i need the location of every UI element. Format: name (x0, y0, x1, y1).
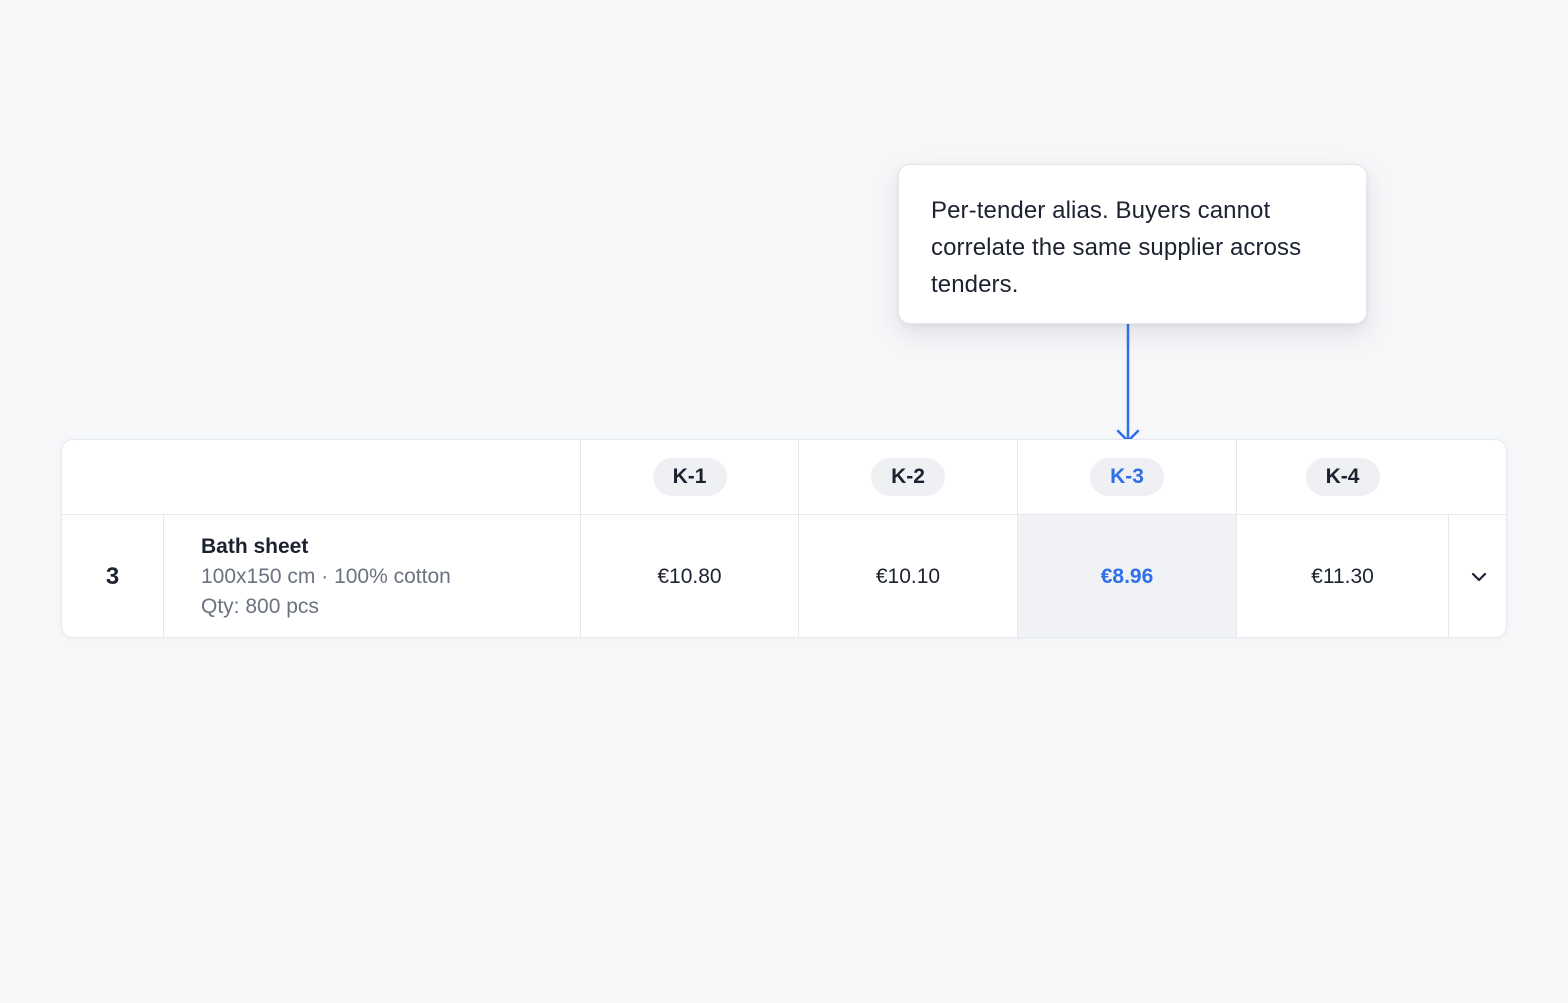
item-spec: 100x150 cm · 100% cotton (201, 565, 451, 588)
header-supplier-k2: K-2 (798, 440, 1017, 514)
bid-comparison-table: K-1 K-2 K-3 K-4 3 Bath sheet 100x150 cm … (61, 439, 1507, 638)
price-cell-k1: €10.80 (580, 515, 798, 637)
header-supplier-k1: K-1 (580, 440, 798, 514)
price-value: €10.80 (657, 565, 722, 588)
supplier-alias-pill[interactable]: K-1 (652, 458, 727, 496)
item-cell: Bath sheet 100x150 cm · 100% cotton Qty:… (163, 515, 580, 637)
lowest-price-value: €8.96 (1100, 565, 1154, 588)
supplier-alias-pill-active[interactable]: K-3 (1090, 458, 1164, 496)
supplier-alias-pill[interactable]: K-2 (871, 458, 945, 496)
expand-row-button[interactable] (1459, 557, 1499, 597)
item-details: Bath sheet 100x150 cm · 100% cotton Qty:… (201, 532, 451, 622)
table-row: 3 Bath sheet 100x150 cm · 100% cotton Qt… (62, 515, 1506, 637)
page: Per-tender alias. Buyers cannot correlat… (0, 0, 1568, 1003)
alias-tooltip: Per-tender alias. Buyers cannot correlat… (898, 164, 1367, 324)
price-cell-k3-lowest: €8.96 (1017, 515, 1236, 637)
expand-cell (1448, 515, 1506, 637)
header-item-spacer (62, 440, 580, 514)
header-supplier-k4: K-4 (1236, 440, 1448, 514)
row-index-cell: 3 (62, 515, 163, 637)
header-supplier-k3: K-3 (1017, 440, 1236, 514)
price-value: €10.10 (875, 565, 941, 588)
item-name: Bath sheet (201, 535, 309, 558)
price-cell-k2: €10.10 (798, 515, 1017, 637)
supplier-alias-pill[interactable]: K-4 (1305, 458, 1380, 496)
price-value: €11.30 (1311, 565, 1374, 588)
chevron-down-icon (1471, 572, 1486, 582)
price-cell-k4: €11.30 (1236, 515, 1448, 637)
item-quantity: Qty: 800 pcs (201, 595, 319, 618)
table-header-row: K-1 K-2 K-3 K-4 (62, 440, 1506, 515)
tooltip-text: Per-tender alias. Buyers cannot correlat… (931, 197, 1302, 298)
header-action-spacer (1448, 440, 1506, 514)
row-index: 3 (105, 563, 120, 590)
arrow-down-icon (1116, 324, 1140, 443)
